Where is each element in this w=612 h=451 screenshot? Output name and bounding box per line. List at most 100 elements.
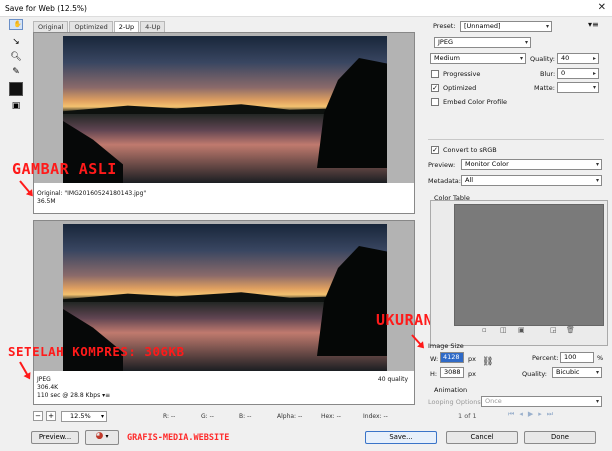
original-filesize: 36.5M bbox=[37, 198, 56, 205]
optimized-filesize: 306.4K bbox=[37, 384, 59, 391]
width-label: W: bbox=[430, 355, 439, 363]
optimized-checkbox[interactable]: ✓ bbox=[431, 84, 439, 92]
height-label: H: bbox=[430, 370, 438, 378]
optimized-format: JPEG bbox=[37, 376, 51, 383]
shift-web-icon[interactable]: ◫ bbox=[500, 326, 507, 334]
readout-g: G: -- bbox=[201, 413, 214, 420]
optimized-preview-pane[interactable]: JPEG 306.4K 110 sec @ 28.8 Kbps ▾≡ 40 qu… bbox=[33, 220, 415, 405]
readout-r: R: -- bbox=[163, 413, 176, 420]
original-preview-pane[interactable]: Original: "IMG20160524180143.jpg" 36.5M bbox=[33, 32, 415, 214]
color-table-label: Color Table bbox=[434, 194, 470, 202]
zoom-level-select[interactable]: 12.5% ▾ bbox=[61, 411, 107, 422]
progressive-checkbox[interactable] bbox=[431, 70, 439, 78]
zoom-out-button[interactable]: − bbox=[33, 411, 43, 421]
tab-original[interactable]: Original bbox=[33, 21, 69, 32]
lock-color-icon[interactable]: ▣ bbox=[518, 326, 525, 334]
download-time: 110 sec @ 28.8 Kbps bbox=[37, 392, 101, 399]
close-icon[interactable]: ✕ bbox=[598, 2, 606, 13]
chevron-down-icon: ▾ bbox=[595, 161, 599, 168]
original-filename: Original: "IMG20160524180143.jpg" bbox=[37, 190, 147, 197]
chevron-down-icon: ▾ bbox=[592, 84, 596, 91]
browser-select[interactable]: ◕ ▾ bbox=[85, 430, 119, 445]
format-select[interactable]: JPEG ▾ bbox=[434, 37, 531, 48]
chevron-down-icon: ▾ bbox=[519, 55, 523, 62]
optimized-info: JPEG 306.4K 110 sec @ 28.8 Kbps ▾≡ bbox=[37, 376, 110, 400]
percent-unit: % bbox=[597, 354, 604, 362]
metadata-label: Metadata: bbox=[428, 177, 461, 185]
zoom-in-button[interactable]: + bbox=[46, 411, 56, 421]
animation-label: Animation bbox=[434, 386, 468, 394]
slice-select-tool-icon[interactable]: ↘ bbox=[9, 35, 23, 49]
quality-input[interactable]: 40 ▸ bbox=[557, 53, 599, 64]
optimized-quality: 40 quality bbox=[377, 376, 408, 383]
frame-counter: 1 of 1 bbox=[458, 412, 477, 420]
preset-select[interactable]: [Unnamed] ▾ bbox=[460, 21, 552, 32]
zoom-tool-icon[interactable]: 🔍︎ bbox=[9, 50, 23, 64]
annotation-arrow-1 bbox=[19, 180, 33, 196]
trash-icon[interactable]: 🗑︎ bbox=[566, 326, 575, 334]
chevron-down-icon: ▾ bbox=[524, 39, 528, 46]
color-table-grid[interactable] bbox=[454, 204, 604, 326]
preview-select[interactable]: Monitor Color ▾ bbox=[461, 159, 602, 170]
looping-value: Once bbox=[485, 397, 502, 405]
image-size-label: Image Size bbox=[428, 342, 464, 350]
next-frame-icon[interactable]: ▸ bbox=[538, 410, 547, 418]
embed-color-profile-label: Embed Color Profile bbox=[443, 98, 508, 106]
link-icon[interactable]: ⛓ bbox=[482, 357, 493, 367]
annotation-arrow-2 bbox=[19, 361, 30, 379]
convert-srgb-checkbox[interactable]: ✓ bbox=[431, 146, 439, 154]
width-input[interactable]: 4128 bbox=[440, 352, 464, 363]
preset-value: [Unnamed] bbox=[464, 22, 501, 30]
width-unit: px bbox=[468, 355, 476, 363]
download-menu-icon[interactable]: ▾≡ bbox=[102, 392, 110, 399]
zoom-level-value: 12.5% bbox=[70, 412, 91, 420]
eyedropper-color-swatch[interactable] bbox=[9, 82, 23, 96]
resample-quality-select[interactable]: Bicubic ▾ bbox=[552, 367, 602, 378]
toggle-slices-icon[interactable]: ▣ bbox=[9, 99, 23, 113]
format-value: JPEG bbox=[438, 38, 453, 46]
tab-optimized[interactable]: Optimized bbox=[69, 21, 113, 32]
annotation-gambar-asli: GAMBAR ASLI bbox=[12, 160, 117, 178]
tool-palette: ✋ ↘ 🔍︎ ✎ ▣ bbox=[6, 19, 26, 119]
tab-4up[interactable]: 4-Up bbox=[140, 21, 166, 32]
percent-value: 100 bbox=[564, 353, 577, 361]
previous-frame-icon[interactable]: ◂ bbox=[519, 410, 528, 418]
embed-color-profile-checkbox[interactable] bbox=[431, 98, 439, 106]
first-frame-icon[interactable]: ⏮ bbox=[508, 410, 519, 418]
blur-label: Blur: bbox=[540, 70, 556, 78]
readout-index: Index: -- bbox=[363, 413, 388, 420]
matte-select[interactable]: ▾ bbox=[557, 82, 599, 93]
hand-tool-icon[interactable]: ✋ bbox=[9, 19, 23, 30]
original-info: Original: "IMG20160524180143.jpg" 36.5M bbox=[37, 190, 146, 206]
chevron-down-icon: ▾ bbox=[595, 177, 599, 184]
chevron-down-icon: ▾ bbox=[595, 398, 599, 405]
percent-label: Percent: bbox=[532, 354, 559, 362]
percent-input[interactable]: 100 bbox=[560, 352, 594, 363]
height-unit: px bbox=[468, 370, 476, 378]
play-icon[interactable]: ▶ bbox=[528, 410, 538, 418]
looping-select[interactable]: Once ▾ bbox=[481, 396, 602, 407]
tab-2up[interactable]: 2-Up bbox=[113, 21, 140, 32]
new-color-icon[interactable]: ◲ bbox=[550, 326, 557, 334]
browser-icon: ◕ bbox=[95, 431, 104, 441]
width-value: 4128 bbox=[443, 353, 460, 361]
metadata-select[interactable]: All ▾ bbox=[461, 175, 602, 186]
blur-input[interactable]: 0 ▸ bbox=[557, 68, 599, 79]
chevron-right-icon: ▸ bbox=[592, 70, 596, 77]
window-title: Save for Web (12.5%) bbox=[5, 4, 87, 13]
compression-select[interactable]: Medium ▾ bbox=[430, 53, 526, 64]
chevron-down-icon: ▾ bbox=[100, 413, 104, 420]
height-input[interactable]: 3088 bbox=[440, 367, 464, 378]
readout-alpha: Alpha: -- bbox=[277, 413, 303, 420]
blur-value: 0 bbox=[561, 69, 566, 77]
panel-menu-icon[interactable]: ▾≡ bbox=[588, 20, 599, 29]
last-frame-icon[interactable]: ⏭ bbox=[547, 410, 558, 418]
optimized-label: Optimized bbox=[443, 84, 477, 92]
watermark-website: GRAFIS-MEDIA.WEBSITE bbox=[127, 433, 230, 443]
eyedropper-tool-icon[interactable]: ✎ bbox=[9, 65, 23, 79]
preview-button[interactable]: Preview... bbox=[31, 431, 79, 444]
animation-controls: ⏮◂▶▸⏭ bbox=[508, 410, 558, 419]
height-value: 3088 bbox=[444, 368, 461, 376]
resample-quality-label: Quality: bbox=[522, 370, 547, 378]
map-color-icon[interactable]: ▫ bbox=[482, 326, 487, 334]
